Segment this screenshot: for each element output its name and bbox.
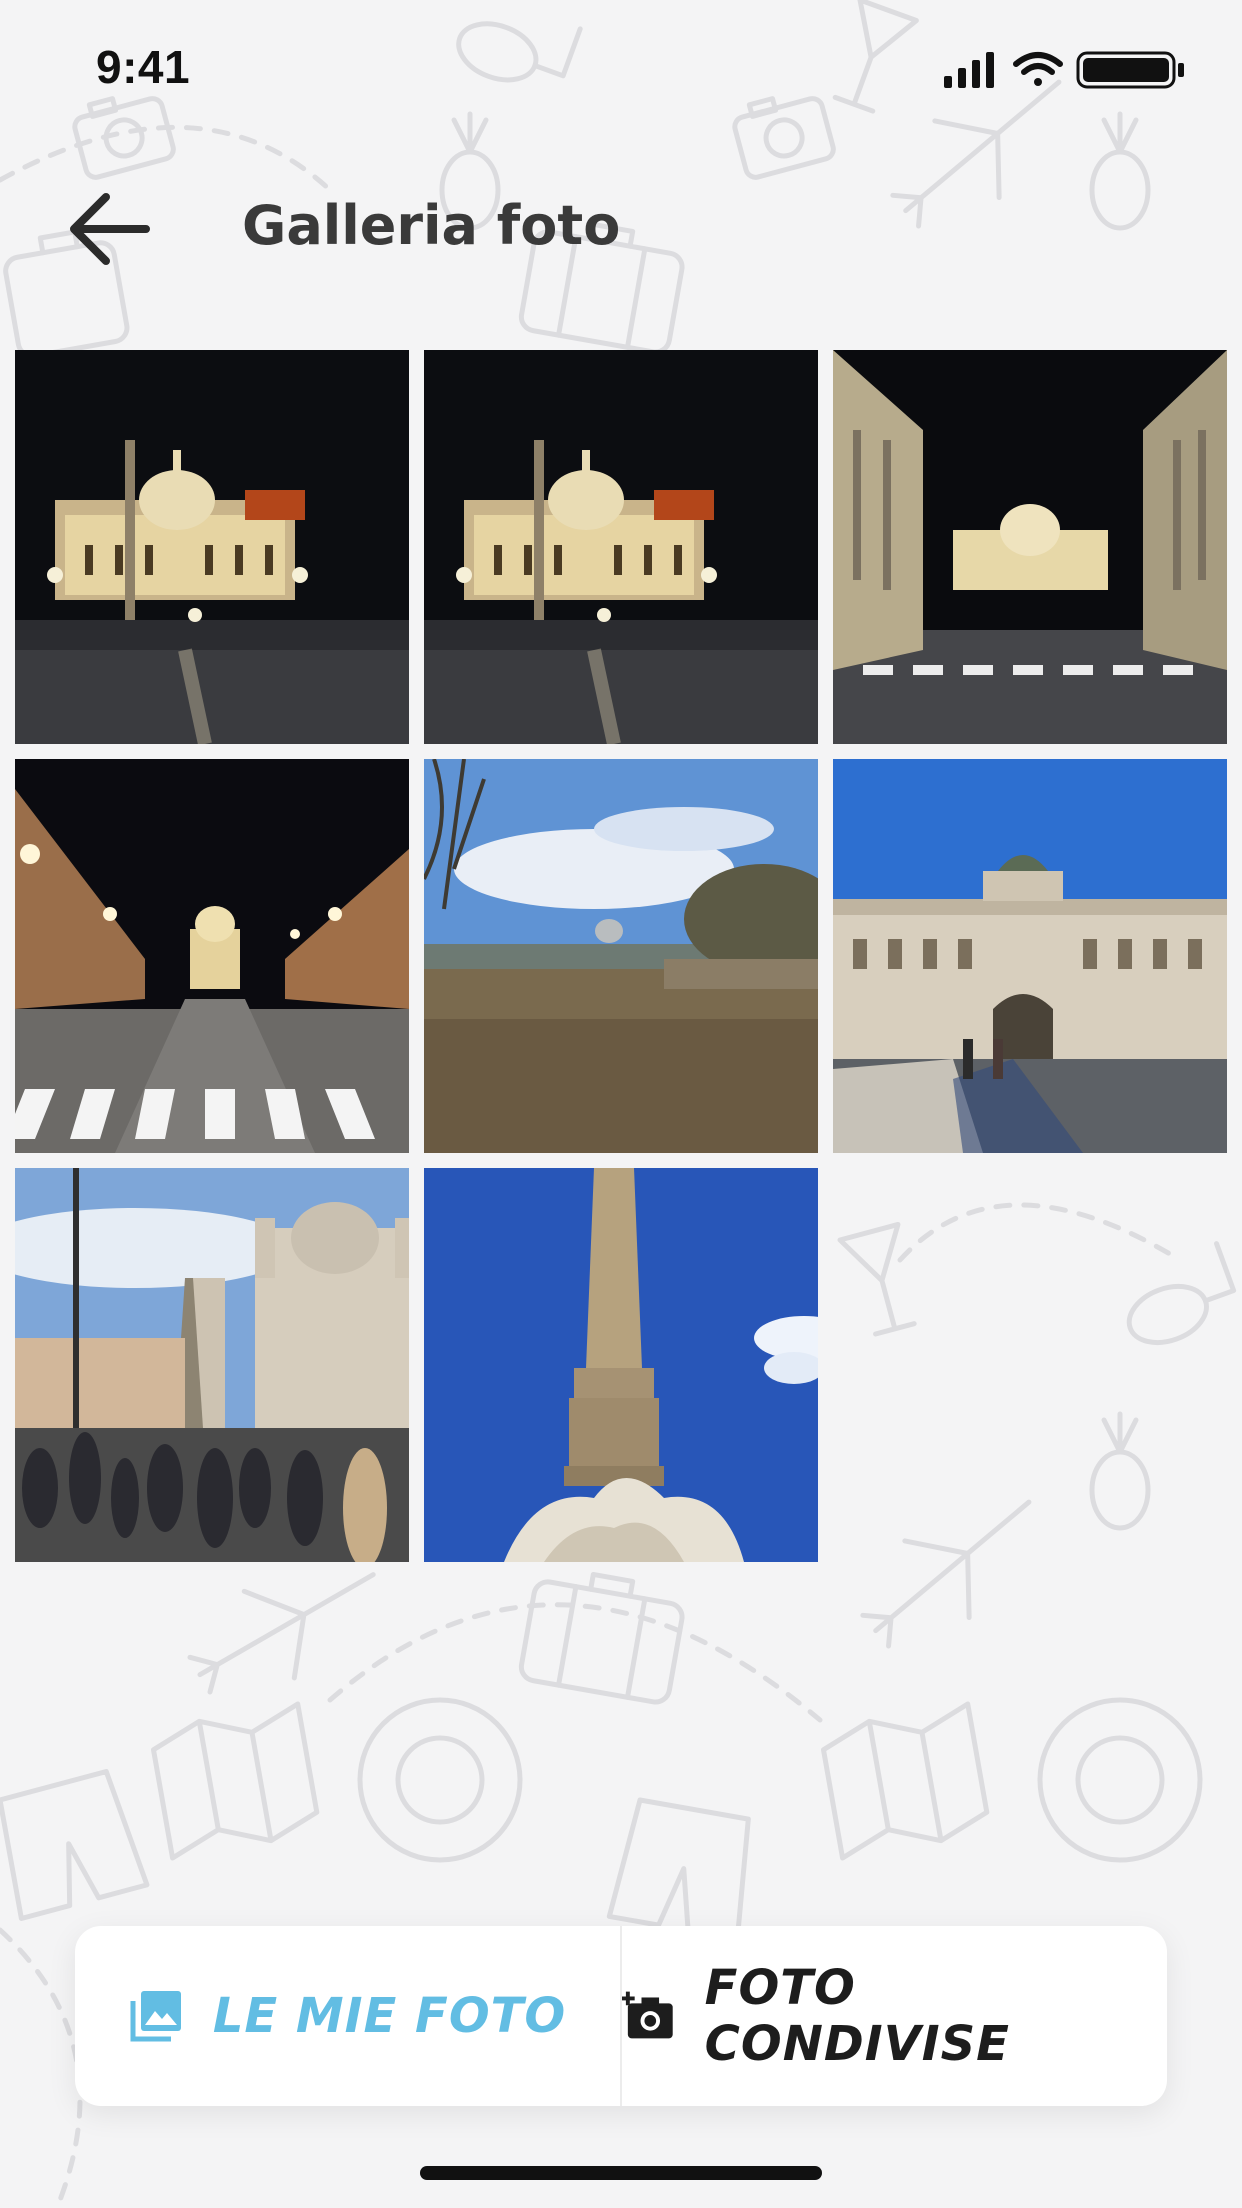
status-bar: 9:41 (0, 0, 1242, 132)
photo-st-peters-street-night (833, 350, 1227, 744)
tab-my-photos-label: LE MIE FOTO (212, 1988, 567, 2044)
photo-palace-of-justice-day (833, 759, 1227, 1153)
back-button[interactable] (66, 184, 156, 274)
photo-tiber-river-day (424, 759, 818, 1153)
gallery-screen: 9:41 Galleria foto LE MIE FOTO FOTO COND… (0, 0, 1242, 2208)
arrow-left-icon (70, 193, 150, 265)
photo-thumbnail[interactable] (424, 350, 818, 744)
photo-tab-bar: LE MIE FOTO FOTO CONDIVISE (75, 1926, 1167, 2106)
photo-thumbnail[interactable] (833, 759, 1227, 1153)
photo-piazza-navona-day (15, 1168, 409, 1562)
photo-obelisk-fountain-day (424, 1168, 818, 1562)
status-icons (944, 51, 1184, 89)
add-camera-icon (622, 1991, 673, 2039)
tab-my-photos[interactable]: LE MIE FOTO (75, 1926, 620, 2106)
photo-thumbnail[interactable] (15, 1168, 409, 1562)
photo-st-peters-night (424, 350, 818, 744)
photo-grid (15, 350, 1227, 1562)
photo-thumbnail[interactable] (424, 1168, 818, 1562)
signal-icon (944, 52, 994, 88)
tab-shared-photos[interactable]: FOTO CONDIVISE (620, 1926, 1167, 2106)
photo-thumbnail[interactable] (424, 759, 818, 1153)
photo-thumbnail[interactable] (833, 350, 1227, 744)
image-gallery-icon (130, 1991, 181, 2042)
battery-icon (1076, 51, 1184, 89)
photo-thumbnail[interactable] (15, 759, 409, 1153)
photo-via-conciliazione-night (15, 759, 409, 1153)
header: Galleria foto (0, 160, 1242, 290)
photo-thumbnail[interactable] (15, 350, 409, 744)
photo-st-peters-night (15, 350, 409, 744)
status-time: 9:41 (96, 41, 191, 93)
tab-shared-photos-label: FOTO CONDIVISE (704, 1960, 1010, 2072)
home-indicator[interactable] (420, 2166, 822, 2180)
page-title: Galleria foto (242, 194, 621, 257)
wifi-icon (1013, 52, 1063, 86)
